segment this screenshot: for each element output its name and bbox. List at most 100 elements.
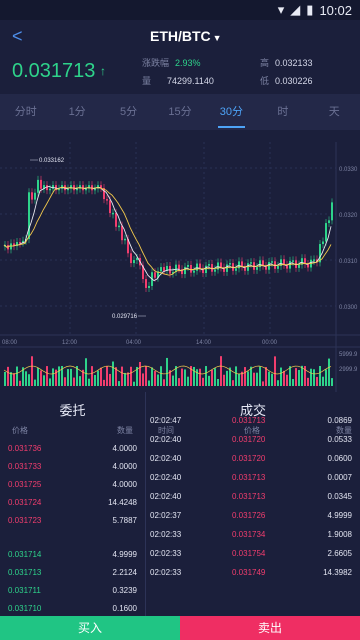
asks-price: 0.031723 <box>8 516 42 525</box>
volume-bar <box>154 371 156 386</box>
trade-time: 02:02:33 <box>150 530 182 539</box>
volume-bar <box>244 367 246 386</box>
time-tick-label: 12:00 <box>62 340 78 346</box>
candle-body <box>34 192 36 200</box>
trade-qty: 0.0869 <box>327 416 352 425</box>
trade-qty: 2.6605 <box>327 549 352 558</box>
candle-body <box>178 264 180 270</box>
volume-bar <box>226 370 228 386</box>
volume-bar <box>262 381 264 386</box>
min-price-label: 0.029716 <box>112 314 138 320</box>
trade-qty: 0.0600 <box>327 454 352 463</box>
volume-bar <box>235 366 237 386</box>
candle-body <box>28 192 30 240</box>
candle-body <box>208 264 210 266</box>
candle-body <box>37 179 39 193</box>
tab-6[interactable]: 天 <box>309 94 360 130</box>
time-tick-label: 00:00 <box>262 340 278 346</box>
candle-body <box>133 260 135 264</box>
volume-bar <box>16 366 18 386</box>
tab-1[interactable]: 1分 <box>51 94 102 130</box>
candle-body <box>154 272 156 278</box>
trade-price: 0.031754 <box>232 549 266 558</box>
high-stat: 高 0.032133 <box>260 56 313 69</box>
pair-selector[interactable]: ETH/BTC ▼ <box>150 28 222 44</box>
back-arrow-icon[interactable]: < <box>12 26 23 47</box>
status-time: 10:02 <box>319 2 352 18</box>
volume-bar <box>100 367 102 386</box>
volume-bar <box>310 368 312 386</box>
volume-bar <box>205 366 207 386</box>
volume-bar <box>13 373 15 386</box>
kline-chart[interactable]: 0.0330 0.0320 0.0310 0.0300 08:00 12:00 04:00 1… <box>0 130 360 392</box>
price-tick-label: 0.0330 <box>339 167 358 173</box>
volume-bar <box>7 366 9 386</box>
candle-body <box>10 243 12 250</box>
volume-bar <box>67 369 69 386</box>
trade-qty: 0.0007 <box>327 473 352 482</box>
order-book-panel: 委托 价格 数量 0.031736 4.0000 0.031733 4.0000 0.0… <box>0 392 145 616</box>
tab-0[interactable]: 分时 <box>0 94 51 130</box>
candle-body <box>229 263 231 265</box>
volume-bar <box>124 372 126 386</box>
volume-bar <box>217 379 219 386</box>
volume-bar <box>91 366 93 386</box>
volume-bar <box>37 367 39 386</box>
change-value: 2.93% <box>175 58 201 68</box>
asks-qty: 14.4248 <box>108 498 137 507</box>
caret-down-icon: ▼ <box>212 33 222 43</box>
volume-bar <box>286 374 288 386</box>
volume-bar <box>157 374 159 386</box>
change-label: 涨跌幅 <box>142 58 170 68</box>
volume-bar <box>298 370 300 386</box>
volume-bar <box>307 377 309 386</box>
trade-price: 0.031749 <box>232 568 266 577</box>
time-tick-label: 04:00 <box>126 340 142 346</box>
volume-bar <box>166 357 168 386</box>
candle-body <box>124 238 126 241</box>
candle-body <box>328 220 330 224</box>
volume-bar <box>196 369 198 386</box>
volume-bar <box>184 369 186 386</box>
trade-price: 0.031713 <box>232 416 266 425</box>
volume-bar <box>211 370 213 386</box>
volume-bar <box>268 371 270 386</box>
volume-bar <box>187 376 189 386</box>
volume-bar <box>4 372 6 386</box>
tab-2[interactable]: 5分 <box>103 94 154 130</box>
volume-bar <box>292 379 294 386</box>
volume-bar <box>70 368 72 386</box>
volume-bar <box>79 376 81 386</box>
order-book-qty-header: 数量 <box>117 426 133 435</box>
wifi-icon: ▾ <box>277 2 285 17</box>
bids-qty: 2.2124 <box>112 568 137 577</box>
buy-button[interactable]: 买入 <box>0 616 180 640</box>
volume-bar <box>28 374 30 386</box>
asks-price: 0.031736 <box>8 444 42 453</box>
volume-bar <box>232 380 234 386</box>
tab-3[interactable]: 15分 <box>154 94 205 130</box>
order-book-title: 委托 <box>59 403 86 418</box>
tab-4[interactable]: 30分 <box>206 94 257 130</box>
volume-bar <box>163 379 165 386</box>
volume-bar <box>220 356 222 386</box>
volume-bar <box>49 378 51 386</box>
volume-bar <box>193 366 195 386</box>
max-price-label: 0.033162 <box>39 158 65 164</box>
tab-5[interactable]: 时 <box>257 94 308 130</box>
price-tick-label: 0.0300 <box>339 305 358 311</box>
high-value: 0.032133 <box>275 58 313 68</box>
candle-body <box>145 279 147 288</box>
volume-bar <box>181 368 183 386</box>
candle-body <box>322 241 324 245</box>
volume-tick-label: 2999.9 <box>339 367 358 373</box>
volume-label: 量 <box>142 76 152 86</box>
candle-body <box>271 261 273 263</box>
trade-time: 02:02:47 <box>150 416 182 425</box>
sell-button[interactable]: 卖出 <box>180 616 360 640</box>
volume-bar <box>295 368 297 386</box>
status-bar: ▾ ◢ ▮ 10:02 <box>0 0 360 20</box>
candle-body <box>52 185 54 189</box>
volume-bar <box>127 372 129 386</box>
volume-bar <box>280 367 282 386</box>
